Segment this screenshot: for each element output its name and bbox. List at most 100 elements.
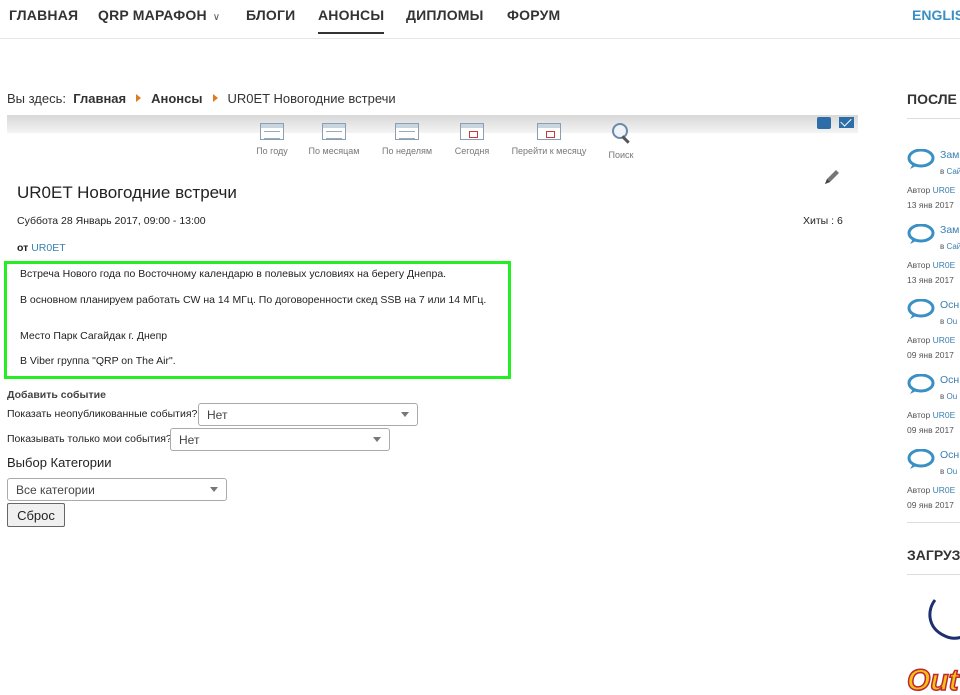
breadcrumb-section-link[interactable]: Анонсы [151,91,202,106]
unpublished-select[interactable]: Нет [198,403,418,426]
breadcrumb-prefix: Вы здесь: [7,91,67,106]
search-icon [611,123,631,145]
sidebar-divider [907,574,960,575]
sidebar-post-date: 13 янв 2017 [907,200,954,210]
event-author: от UR0ET [17,242,66,254]
calendar-year-icon [260,123,284,140]
tool-by-year[interactable]: По году [254,123,290,156]
mine-only-label: Показывать только мои события? [7,433,172,445]
author-link[interactable]: UR0ET [31,242,65,254]
sidebar-post-author-label: Автор [907,335,931,345]
nav-forum[interactable]: ФОРУМ [507,7,560,23]
sidebar-post-date: 09 янв 2017 [907,500,954,510]
sidebar-post-author-label: Автор [907,185,931,195]
nav-qrp-marathon[interactable]: QRP МАРАФОН ∨ [98,7,220,23]
pencil-icon[interactable] [822,167,842,187]
sidebar-post-author: Автор UR0E [907,185,955,195]
tool-today[interactable]: Сегодня [452,123,492,156]
breadcrumb-home-link[interactable]: Главная [73,91,126,106]
sidebar-post-category-link[interactable]: Ou [946,392,957,401]
sidebar-post-category-link[interactable]: Ou [946,467,957,476]
nav-home[interactable]: ГЛАВНАЯ [9,7,78,23]
sidebar-post-author: Автор UR0E [907,260,955,270]
reset-button[interactable]: Сброс [7,503,65,527]
sidebar-post-category-link[interactable]: Ou [946,317,957,326]
sidebar-post-author-label: Автор [907,260,931,270]
comment-bubble-icon [907,449,935,469]
event-date: Суббота 28 Январь 2017, 09:00 - 13:00 [17,215,206,227]
sidebar-post-in: в [940,392,945,401]
sidebar-post-author-link[interactable]: UR0E [933,410,956,420]
tool-by-week[interactable]: По неделям [380,123,434,156]
sidebar-post-category-link[interactable]: Сай [946,167,960,176]
chevron-down-icon [210,487,218,492]
top-navigation: ГЛАВНАЯ QRP МАРАФОН ∨ БЛОГИ АНОНСЫ ДИПЛОМ… [0,0,960,39]
sidebar-post-in: в [940,242,945,251]
event-title: UR0ET Новогодние встречи [17,183,237,202]
tool-search-label: Поиск [608,150,634,160]
breadcrumb-current: UR0ET Новогодние встречи [227,91,396,106]
sidebar-post-author-label: Автор [907,410,931,420]
breadcrumb-arrow-icon [136,94,142,102]
sidebar-logo[interactable]: Out [905,598,960,695]
description-line: Встреча Нового года по Восточному календ… [20,268,447,280]
nav-diplomas[interactable]: ДИПЛОМЫ [406,7,484,23]
description-line: Место Парк Сагайдак г. Днепр [20,330,168,342]
mine-only-select[interactable]: Нет [170,428,390,451]
comment-bubble-icon [907,149,935,169]
unpublished-label: Показать неопубликованные события? [7,408,198,420]
chevron-down-icon: ∨ [212,12,221,23]
tool-by-month-label: По месяцам [308,146,360,156]
sidebar-post-date: 09 янв 2017 [907,350,954,360]
category-select-value: Все категории [16,483,95,497]
nav-announcements[interactable]: АНОНСЫ [318,7,385,34]
category-select[interactable]: Все категории [7,478,227,501]
tool-jump-to-month[interactable]: Перейти к месяцу [510,123,588,156]
sidebar-post-author: Автор UR0E [907,335,955,345]
sidebar-heading-downloads: ЗАГРУЗ [907,547,960,563]
sidebar-post-title[interactable]: Зам [940,149,959,161]
sidebar-post-author: Автор UR0E [907,410,955,420]
category-label: Выбор Категории [7,455,112,470]
sidebar-post-author-link[interactable]: UR0E [933,485,956,495]
event-hits: Хиты : 6 [803,215,843,227]
sidebar-post-category: в Ou [940,392,957,401]
print-icon[interactable] [817,117,831,129]
author-prefix: от [17,242,29,254]
add-event-link[interactable]: Добавить событие [7,389,106,401]
calendar-week-icon [395,123,419,140]
comment-bubble-icon [907,374,935,394]
tool-by-month[interactable]: По месяцам [308,123,360,156]
description-line: В основном планируем работать CW на 14 М… [20,294,487,306]
tool-by-year-label: По году [256,146,288,156]
sidebar-post-author-link[interactable]: UR0E [933,260,956,270]
logo-swoosh-icon: Out [906,599,960,695]
language-switch[interactable]: ENGLIS [912,7,960,23]
sidebar-post-title[interactable]: Осн [940,449,959,461]
sidebar-post-title[interactable]: Осн [940,299,959,311]
sidebar-post-author-link[interactable]: UR0E [933,185,956,195]
sidebar-post-in: в [940,167,945,176]
email-icon[interactable] [839,117,854,128]
sidebar-post-date: 09 янв 2017 [907,425,954,435]
sidebar-post-in: в [940,467,945,476]
sidebar-post-category-link[interactable]: Сай [946,242,960,251]
sidebar-post-category: в Сай [940,242,960,251]
sidebar-post-author-link[interactable]: UR0E [933,335,956,345]
sidebar-heading-latest: ПОСЛЕ [907,91,957,107]
nav-blogs[interactable]: БЛОГИ [246,7,295,23]
sidebar-post-author: Автор UR0E [907,485,955,495]
nav-qrp-marathon-label: QRP МАРАФОН [98,7,207,23]
logo-text: Out [907,664,960,695]
sidebar-divider [907,522,960,523]
sidebar-post-category: в Ou [940,317,957,326]
sidebar-post-title[interactable]: Осн [940,374,959,386]
sidebar-post-title[interactable]: Зам [940,224,959,236]
tool-search[interactable]: Поиск [604,123,638,160]
tool-jump-to-month-label: Перейти к месяцу [511,146,587,156]
calendar-month-icon [322,123,346,140]
sidebar-post-author-label: Автор [907,485,931,495]
unpublished-select-value: Нет [207,408,228,422]
comment-bubble-icon [907,224,935,244]
chevron-down-icon [373,437,381,442]
